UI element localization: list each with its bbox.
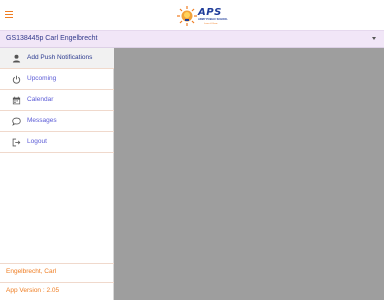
student-selector-label: GS138445p Carl Engelbrecht — [6, 35, 98, 42]
sun-lightbulb-icon — [177, 6, 197, 26]
logo-text: APS — [198, 7, 222, 18]
menu-item-calendar[interactable]: Calendar — [0, 90, 114, 111]
caret-down-icon[interactable] — [372, 37, 376, 40]
logo-tagline: Learn & Grow — [204, 23, 218, 25]
menu-item-label: Messages — [27, 117, 57, 124]
calendar-icon — [12, 96, 21, 105]
menu-item-messages[interactable]: Messages — [0, 111, 114, 132]
school-logo: APS ARMY PUBLIC SCHOOL Learn & Grow — [176, 5, 228, 29]
menu-item-upcoming[interactable]: Upcoming — [0, 69, 114, 90]
hamburger-icon[interactable] — [5, 11, 13, 19]
person-icon — [12, 54, 21, 63]
menu-item-label: Calendar — [27, 96, 54, 103]
student-selector[interactable]: GS138445p Carl Engelbrecht — [0, 30, 384, 48]
menu-item-add-push-notifications[interactable]: Add Push Notifications — [0, 48, 114, 69]
top-app-bar: APS ARMY PUBLIC SCHOOL Learn & Grow — [0, 0, 384, 30]
menu-item-label: Logout — [27, 138, 47, 145]
app-version-label: App Version : 2.05 — [6, 287, 60, 294]
drawer-user-name-row: Engelbrecht, Carl — [0, 263, 114, 279]
menu-item-label: Upcoming — [27, 75, 57, 82]
power-icon — [12, 75, 21, 84]
drawer-user-name: Engelbrecht, Carl — [6, 268, 57, 275]
drawer-scrim-overlay[interactable] — [114, 48, 384, 300]
menu-item-logout[interactable]: Logout — [0, 132, 114, 153]
logout-icon — [12, 138, 21, 147]
drawer-app-version-row: App Version : 2.05 — [0, 282, 114, 298]
menu-item-label: Add Push Notifications — [27, 54, 93, 61]
navigation-drawer: Add Push Notifications Upcoming Calendar… — [0, 48, 114, 300]
logo-subtitle: ARMY PUBLIC SCHOOL — [198, 18, 228, 21]
chat-bubble-icon — [12, 117, 21, 126]
